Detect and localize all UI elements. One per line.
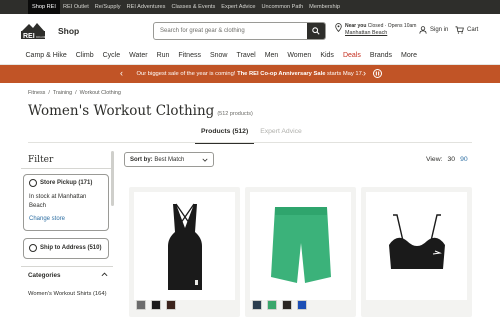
categories-label: Categories: [28, 272, 61, 279]
nav-fitness[interactable]: Fitness: [174, 52, 206, 59]
location-pin-icon: [335, 23, 342, 32]
store-status: Near you Closed · Opens 10am: [345, 23, 417, 29]
banner-pause-button[interactable]: [373, 69, 382, 78]
nav-women[interactable]: Women: [283, 52, 316, 59]
main-nav: Camp & Hike Climb Cycle Water Run Fitnes…: [0, 47, 500, 65]
categories-divider: [21, 266, 113, 267]
categories-toggle[interactable]: Categories: [28, 272, 108, 279]
topbar-link-rei-outlet[interactable]: REI Outlet: [60, 0, 92, 14]
sidebar-scrollbar[interactable]: [111, 151, 114, 206]
banner-prev-icon[interactable]: ‹: [120, 68, 123, 78]
product-count: (512 products): [217, 111, 253, 117]
store-pickup-option[interactable]: Store Pickup (171) In stock at Manhattan…: [23, 174, 109, 231]
ship-to-address-label: Ship to Address (510): [40, 245, 102, 251]
store-pickup-radio[interactable]: [29, 179, 37, 187]
view-count-selector: View: 30 90: [426, 156, 468, 163]
category-item-womens-workout-shirts[interactable]: Women's Workout Shirts (164): [28, 290, 108, 298]
chevron-up-icon: [101, 272, 108, 277]
search-bar[interactable]: Search for great gear & clothing: [153, 22, 326, 40]
breadcrumb-workout-clothing[interactable]: Workout Clothing: [80, 90, 121, 96]
view-option-30[interactable]: 30: [448, 156, 456, 163]
sign-in-label: Sign in: [430, 27, 449, 33]
nav-climb[interactable]: Climb: [71, 52, 98, 59]
color-swatch[interactable]: [267, 300, 277, 310]
chevron-down-icon: [202, 158, 208, 162]
nav-cycle[interactable]: Cycle: [98, 52, 125, 59]
svg-text:CO-OP: CO-OP: [36, 35, 46, 39]
top-utility-bar: Shop REI REI Outlet Re/Supply REI Advent…: [0, 0, 500, 14]
rei-logo-mark: REI CO-OP: [21, 22, 53, 40]
sign-in-link[interactable]: Sign in: [419, 26, 448, 34]
product-image-tank[interactable]: [134, 192, 235, 300]
shop-label: Shop: [58, 25, 80, 36]
store-pickup-label: Store Pickup (171): [40, 180, 93, 186]
pause-icon: [375, 71, 380, 76]
color-swatch[interactable]: [136, 300, 146, 310]
topbar-link-uncommon-path[interactable]: Uncommon Path: [259, 0, 307, 14]
topbar-link-resupply[interactable]: Re/Supply: [92, 0, 124, 14]
color-swatch[interactable]: [252, 300, 262, 310]
nav-snow[interactable]: Snow: [205, 52, 232, 59]
tabs-divider: [28, 142, 472, 143]
filter-heading: Filter: [28, 155, 54, 165]
change-store-link[interactable]: Change store: [29, 216, 103, 222]
breadcrumb-fitness[interactable]: Fitness: [28, 90, 45, 96]
color-swatches: [252, 300, 307, 310]
breadcrumb-training[interactable]: Training: [53, 90, 72, 96]
product-card[interactable]: [129, 187, 240, 317]
store-name-link[interactable]: Manhattan Beach: [345, 30, 416, 36]
site-header: REI CO-OP Shop Search for great gear & c…: [0, 14, 500, 47]
product-card[interactable]: [361, 187, 472, 317]
search-button[interactable]: [307, 23, 325, 39]
rei-logo[interactable]: REI CO-OP Shop: [21, 22, 153, 40]
topbar-link-shop-rei[interactable]: Shop REI: [28, 0, 60, 14]
color-swatch[interactable]: [151, 300, 161, 310]
color-swatches: [136, 300, 176, 310]
page-title-text: Women's Workout Clothing: [28, 103, 215, 119]
cart-icon: [455, 26, 464, 34]
topbar-link-rei-adventures[interactable]: REI Adventures: [124, 0, 169, 14]
ship-to-address-radio[interactable]: [29, 244, 37, 252]
nav-brands[interactable]: Brands: [365, 52, 396, 59]
product-card[interactable]: [245, 187, 356, 317]
nav-camp-hike[interactable]: Camp & Hike: [21, 52, 71, 59]
topbar-link-membership[interactable]: Membership: [306, 0, 343, 14]
color-swatch[interactable]: [282, 300, 292, 310]
nav-water[interactable]: Water: [125, 52, 152, 59]
view-label: View:: [426, 156, 443, 163]
sort-label: Sort by:: [130, 156, 153, 163]
page-title: Women's Workout Clothing (512 products): [28, 103, 253, 119]
nav-travel[interactable]: Travel: [232, 52, 260, 59]
cart-label: Cart: [467, 27, 479, 33]
breadcrumb-separator: /: [48, 90, 50, 96]
sort-select[interactable]: Sort by: Best Match: [124, 152, 214, 167]
color-swatch[interactable]: [297, 300, 307, 310]
topbar-link-classes-events[interactable]: Classes & Events: [168, 0, 218, 14]
banner-next-icon[interactable]: ›: [363, 68, 366, 78]
sort-value: Best Match: [154, 156, 185, 163]
store-locator[interactable]: Near you Closed · Opens 10am Manhattan B…: [335, 23, 416, 36]
filter-divider: [21, 168, 113, 169]
nav-run[interactable]: Run: [152, 52, 174, 59]
product-image-sports-bra[interactable]: [366, 192, 467, 300]
breadcrumb: Fitness / Training / Workout Clothing: [28, 90, 121, 96]
view-option-90[interactable]: 90: [460, 156, 468, 163]
svg-text:REI: REI: [23, 33, 35, 39]
nav-men[interactable]: Men: [260, 52, 283, 59]
user-icon: [419, 26, 427, 34]
search-icon: [312, 27, 320, 35]
breadcrumb-separator: /: [75, 90, 77, 96]
product-image-shorts[interactable]: [250, 192, 351, 300]
topbar-link-expert-advice[interactable]: Expert Advice: [218, 0, 258, 14]
in-stock-text: In stock at Manhattan Beach: [29, 194, 87, 209]
color-swatch[interactable]: [166, 300, 176, 310]
nav-deals[interactable]: Deals: [338, 52, 365, 59]
nav-more[interactable]: More: [397, 52, 422, 59]
search-input[interactable]: Search for great gear & clothing: [160, 28, 307, 34]
nav-kids[interactable]: Kids: [316, 52, 339, 59]
promo-banner: ‹ Our biggest sale of the year is coming…: [0, 65, 500, 83]
banner-text[interactable]: Our biggest sale of the year is coming! …: [137, 71, 364, 77]
cart-link[interactable]: Cart: [455, 26, 478, 34]
ship-to-address-option[interactable]: Ship to Address (510): [23, 238, 109, 259]
